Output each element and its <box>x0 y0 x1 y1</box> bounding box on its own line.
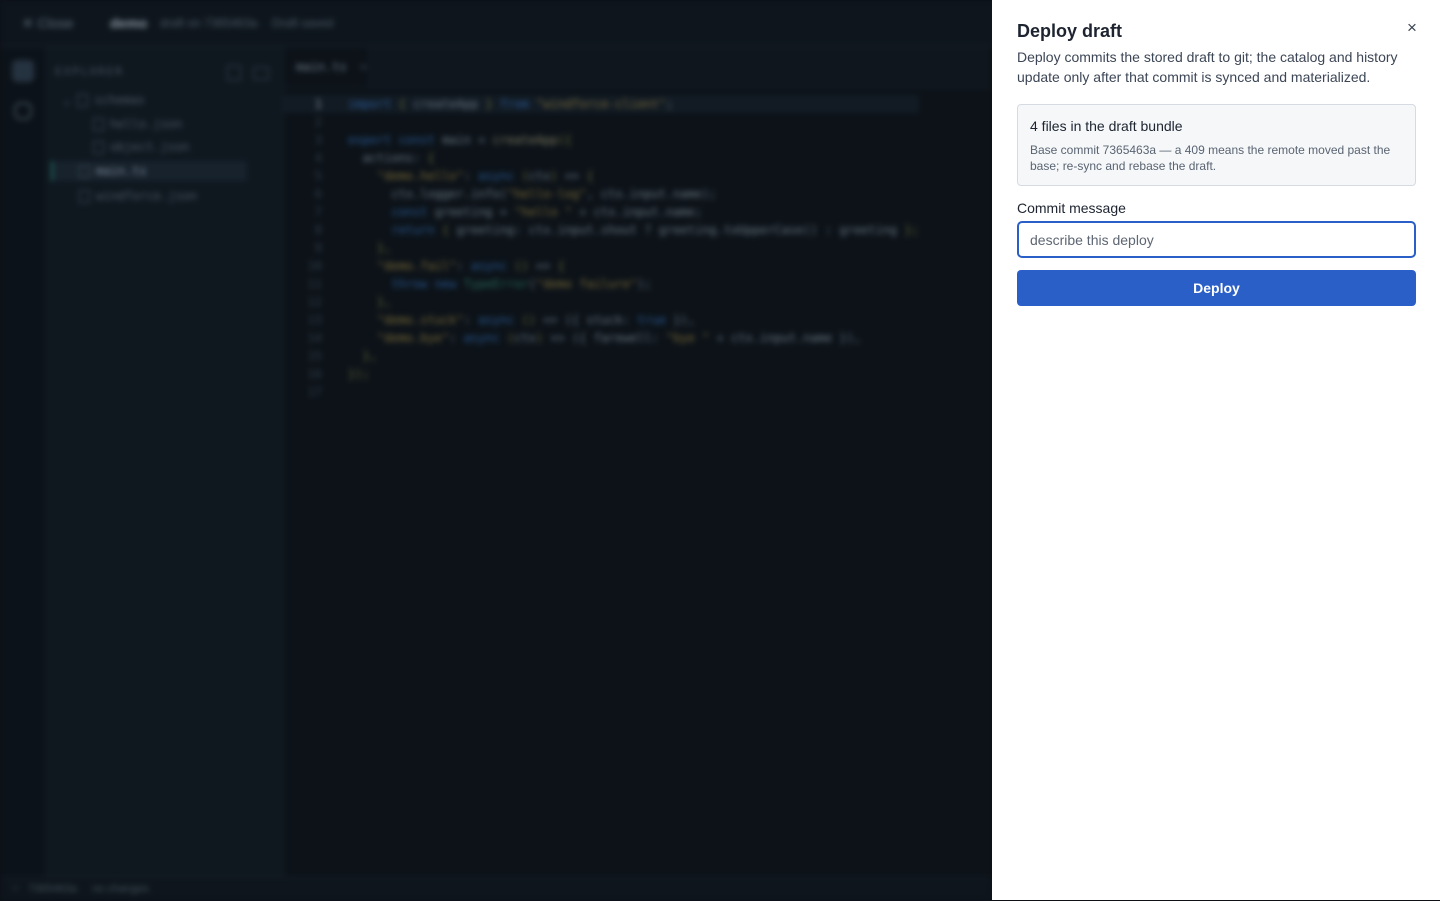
commit-message-input[interactable] <box>1017 221 1416 258</box>
save-status: Draft saved <box>272 16 334 30</box>
folder-icon <box>77 94 89 107</box>
tab-close-icon[interactable]: × <box>360 60 367 74</box>
close-icon[interactable]: × <box>1402 18 1422 38</box>
status-changes: no changes <box>92 883 149 895</box>
tab-main-ts[interactable]: main.ts × <box>284 47 370 87</box>
tree-file-main[interactable]: main.ts <box>51 161 247 181</box>
close-editor-button[interactable]: ✕ Close <box>22 15 73 32</box>
code-editor: main.ts × 1 import { createApp } from "wi… <box>284 47 992 877</box>
file-icon <box>93 141 104 154</box>
tree-file-object[interactable]: object.json <box>93 137 189 157</box>
activity-bar <box>0 47 47 877</box>
new-folder-icon[interactable] <box>253 67 269 80</box>
bundle-info-card: 4 files in the draft bundle Base commit … <box>1017 104 1416 186</box>
source-control-icon[interactable] <box>14 102 32 120</box>
code-area[interactable]: 1 import { createApp } from "windforce-cl… <box>284 95 919 401</box>
bundle-file-count: 4 files in the draft bundle <box>1030 118 1183 134</box>
explorer-heading: EXPLORER <box>55 65 124 78</box>
deploy-button[interactable]: Deploy <box>1017 270 1416 306</box>
deploy-drawer: Deploy draft × Deploy commits the stored… <box>992 0 1440 900</box>
project-title: demo <box>110 15 148 31</box>
chevron-down-icon: ⌄ <box>63 93 78 107</box>
status-bar: ⑂ 7365463a no changes <box>0 877 992 901</box>
files-icon[interactable] <box>12 60 34 82</box>
branch-icon: ⑂ <box>12 883 19 895</box>
tree-file-windforce[interactable]: windforce.json <box>79 186 197 206</box>
bundle-base-note: Base commit 7365463a — a 409 means the r… <box>1030 143 1391 173</box>
file-explorer: EXPLORER ⌄ schemas hello.json object.jso… <box>47 47 284 877</box>
file-icon <box>79 165 90 178</box>
commit-message-label: Commit message <box>1017 200 1126 216</box>
draft-base-label: draft on 7365463a <box>160 16 258 30</box>
tree-file-hello[interactable]: hello.json <box>93 114 182 134</box>
status-commit: 7365463a <box>28 883 77 895</box>
tab-bar: main.ts × <box>284 47 992 88</box>
drawer-title: Deploy draft <box>1017 21 1123 41</box>
drawer-description: Deploy commits the stored draft to git; … <box>1017 49 1398 85</box>
new-file-icon[interactable] <box>227 65 241 81</box>
file-icon <box>79 190 90 203</box>
file-icon <box>93 118 104 131</box>
tree-folder-schemas[interactable]: ⌄ schemas <box>63 90 145 110</box>
